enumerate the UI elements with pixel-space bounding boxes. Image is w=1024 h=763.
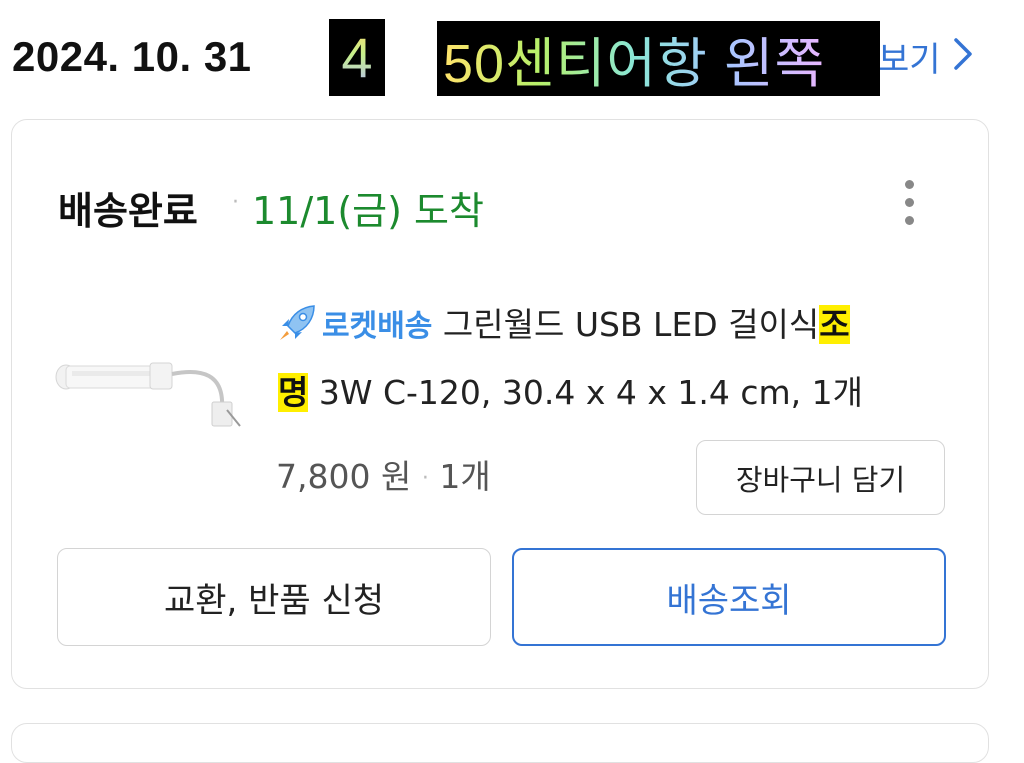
annotation-number: 4 bbox=[341, 26, 373, 89]
product-title-text: 그린월드 USB LED 걸이식 bbox=[432, 305, 820, 344]
exchange-return-button[interactable]: 교환, 반품 신청 bbox=[57, 548, 491, 646]
product-quantity: 1개 bbox=[439, 457, 491, 496]
annotation-location-box: 50센티어항 왼쪽 bbox=[437, 21, 880, 96]
product-image[interactable] bbox=[52, 330, 242, 430]
track-delivery-button[interactable]: 배송조회 bbox=[512, 548, 946, 646]
order-detail-link-label: 보기 bbox=[878, 40, 941, 80]
search-highlight: 명 bbox=[278, 373, 309, 412]
chevron-right-icon[interactable] bbox=[948, 36, 976, 72]
search-highlight: 조 bbox=[819, 305, 850, 344]
annotation-location: 50센티어항 왼쪽 bbox=[443, 19, 825, 98]
order-date: 2024. 10. 31 bbox=[12, 33, 252, 80]
annotation-number-box: 4 bbox=[329, 19, 385, 96]
delivery-status: 배송완료 bbox=[58, 189, 198, 233]
rocket-icon bbox=[280, 305, 315, 340]
product-price: 7,800 원 bbox=[276, 457, 412, 496]
price-separator: · bbox=[421, 466, 429, 491]
arrival-date: 11/1(금) 도착 bbox=[252, 189, 484, 233]
status-separator: · bbox=[232, 190, 239, 215]
product-title[interactable]: 로켓배송 그린월드 USB LED 걸이식조명 3W C-120, 30.4 x… bbox=[278, 292, 968, 426]
add-to-cart-button[interactable]: 장바구니 담기 bbox=[696, 440, 945, 515]
product-title-text: 3W C-120, 30.4 x 4 x 1.4 cm, 1개 bbox=[308, 373, 863, 412]
rocket-delivery-label: 로켓배송 bbox=[322, 309, 433, 344]
order-card: 배송완료 · 11/1(금) 도착 로켓배송 그린월드 USB LED 걸이식조… bbox=[11, 119, 989, 689]
order-detail-link[interactable]: 보기 bbox=[878, 32, 941, 81]
next-order-card bbox=[11, 723, 989, 763]
price-quantity: 7,800 원 · 1개 bbox=[276, 450, 491, 498]
more-options-icon[interactable] bbox=[898, 180, 920, 230]
